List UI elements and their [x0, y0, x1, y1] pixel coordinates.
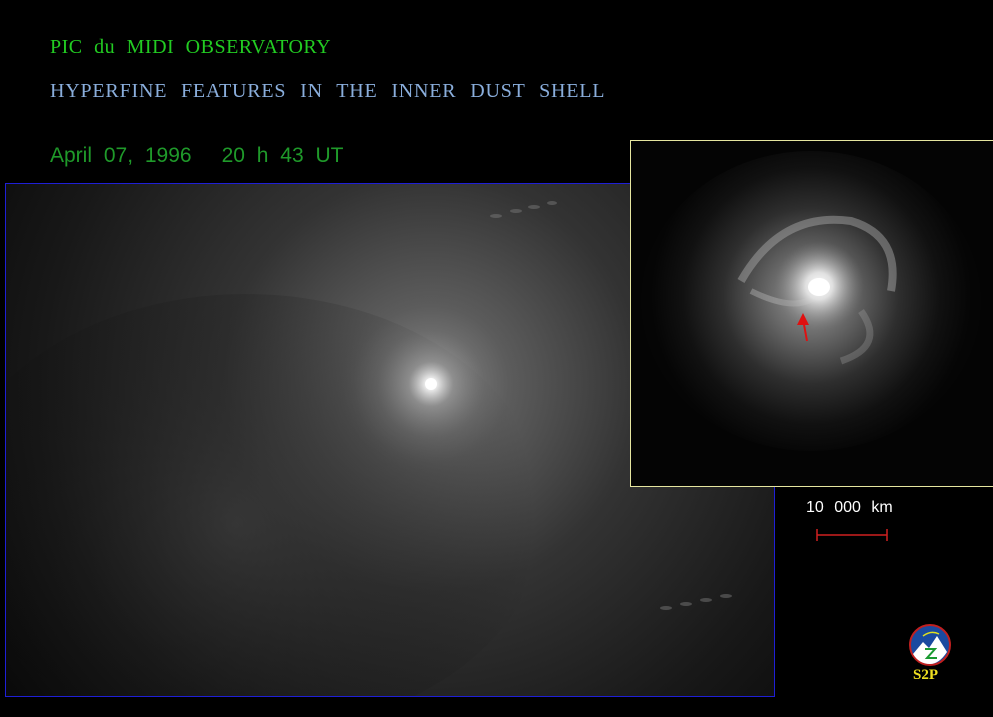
s2p-logo-icon: [909, 624, 951, 666]
s2p-logo-text: S2P: [913, 667, 939, 683]
scale-label: 10 000 km: [806, 499, 893, 516]
observatory-title: PIC du MIDI OBSERVATORY: [50, 36, 332, 58]
observation-date: April 07, 1996: [50, 144, 192, 167]
scale-bar: [816, 529, 888, 541]
observation-time: 20 h 43 UT: [221, 144, 344, 167]
observation-datetime: April 07, 1996 20 h 43 UT: [50, 144, 344, 168]
inset-enhanced-image: [630, 140, 993, 487]
image-subtitle: HYPERFINE FEATURES IN THE INNER DUST SHE…: [50, 80, 606, 102]
inset-enhanced-photo: [631, 141, 993, 486]
